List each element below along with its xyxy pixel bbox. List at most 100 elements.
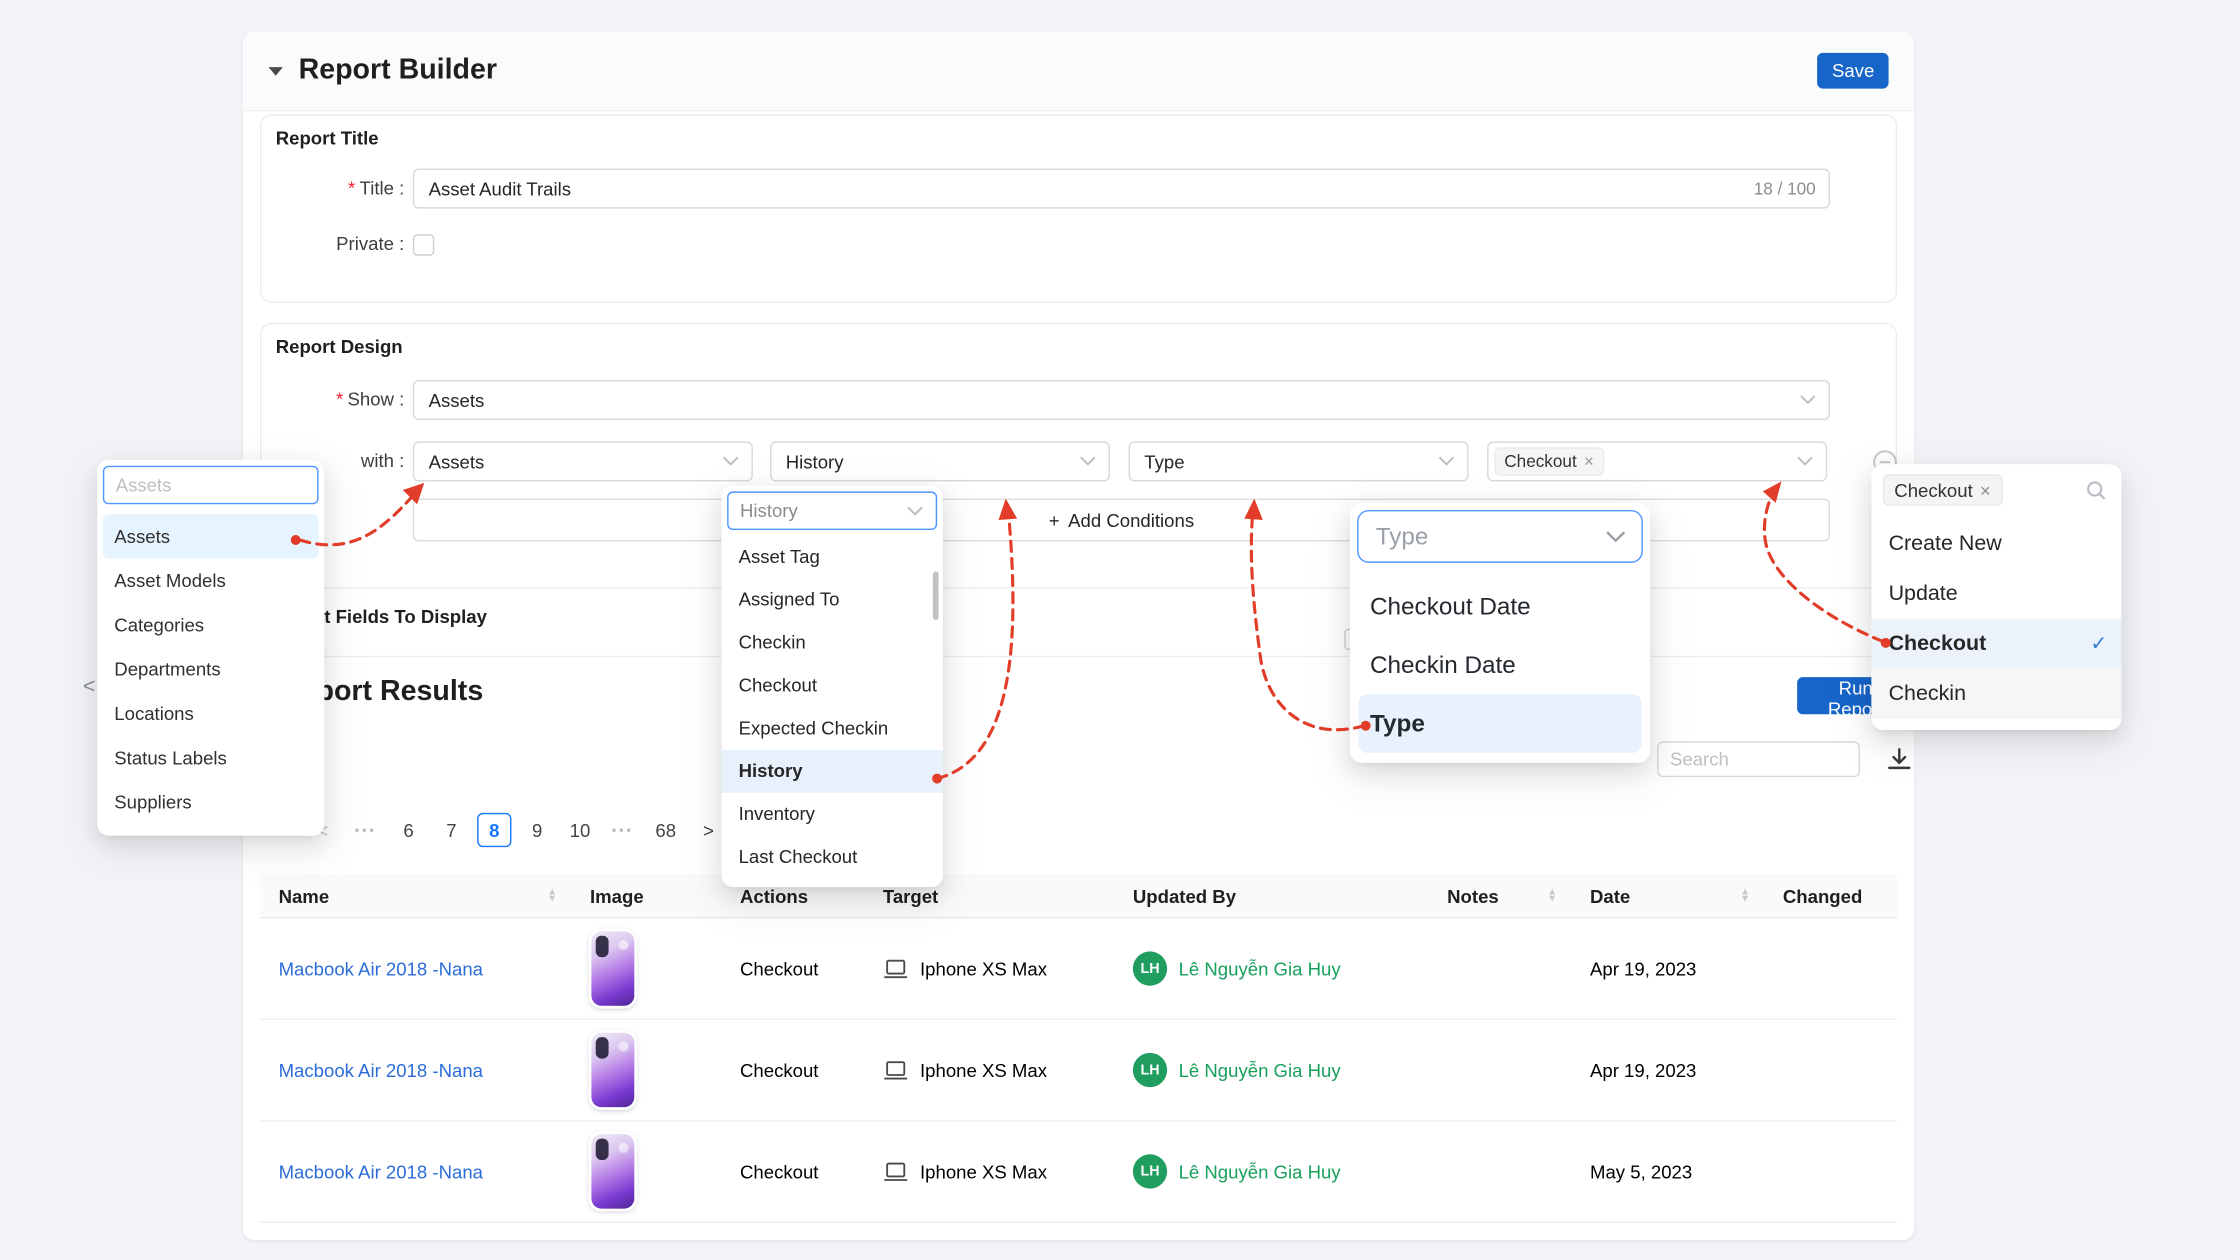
option-categories[interactable]: Categories (103, 603, 319, 647)
option-checkin[interactable]: Checkin (1871, 669, 2121, 719)
chevron-down-icon (1800, 395, 1816, 405)
option-status-labels[interactable]: Status Labels (103, 736, 319, 780)
pagination-page-10[interactable]: 10 (563, 813, 597, 847)
pagination-ellipsis[interactable]: ••• (606, 813, 640, 847)
action-cell: Checkout (740, 1161, 818, 1182)
date-cell: Apr 19, 2023 (1590, 958, 1696, 979)
selected-tag: Checkout × (1883, 474, 2002, 505)
pagination-page-68[interactable]: 68 (649, 813, 683, 847)
header-name[interactable]: Name▲▼ (260, 885, 571, 906)
option-history[interactable]: History (721, 750, 942, 793)
title-input[interactable] (413, 169, 1830, 209)
header-updated-by: Updated By (1114, 885, 1428, 906)
option-asset-tag[interactable]: Asset Tag (721, 536, 942, 579)
scrollbar-thumb[interactable] (933, 571, 939, 620)
checkmark-icon: ✓ (2090, 619, 2107, 669)
type-select[interactable]: Type (1357, 510, 1643, 563)
header-image: Image (571, 885, 721, 906)
option-assigned-to[interactable]: Assigned To (721, 579, 942, 622)
option-suppliers[interactable]: Suppliers (103, 780, 319, 824)
pagination: < ••• 6 7 8 9 10 ••• 68 > (306, 813, 726, 847)
option-checkin-date[interactable]: Checkin Date (1350, 636, 1650, 695)
option-expected-checkin[interactable]: Expected Checkin (721, 707, 942, 750)
chevron-down-icon (1606, 530, 1626, 543)
chevron-down-icon (907, 506, 923, 516)
download-icon[interactable] (1880, 740, 1917, 777)
user-avatar: LH (1133, 1053, 1167, 1087)
user-link[interactable]: Lê Nguyễn Gia Huy (1179, 1161, 1341, 1182)
collapse-caret-icon[interactable] (269, 66, 283, 75)
action-cell: Checkout (740, 958, 818, 979)
title-input-wrap: 18 / 100 (413, 169, 1830, 209)
pagination-page-6[interactable]: 6 (391, 813, 425, 847)
with-select-action[interactable]: Checkout × (1487, 441, 1827, 481)
sort-icon: ▲▼ (1740, 889, 1750, 903)
header-notes[interactable]: Notes▲▼ (1429, 885, 1572, 906)
header-target: Target (864, 885, 1114, 906)
option-departments[interactable]: Departments (103, 647, 319, 691)
table-row: Macbook Air 2018 -Nana Checkout Iphone X… (260, 1121, 1897, 1222)
option-checkout[interactable]: Checkout ✓ (1871, 619, 2121, 669)
required-mark: * (336, 389, 343, 410)
with-select-field[interactable]: History (770, 441, 1110, 481)
entity-search-input[interactable] (103, 466, 319, 505)
pagination-page-9[interactable]: 9 (520, 813, 554, 847)
target-cell: Iphone XS Max (920, 1161, 1047, 1182)
field-select[interactable]: History (727, 491, 937, 530)
option-update[interactable]: Update (1871, 569, 2121, 619)
asset-name-link[interactable]: Macbook Air 2018 -Nana (279, 1161, 483, 1182)
option-checkin[interactable]: Checkin (721, 621, 942, 664)
option-checkout[interactable]: Checkout (721, 664, 942, 707)
option-asset-models[interactable]: Asset Models (103, 559, 319, 603)
header-date[interactable]: Date▲▼ (1571, 885, 1764, 906)
option-checkout-date[interactable]: Checkout Date (1350, 577, 1650, 636)
pagination-page-8-active[interactable]: 8 (477, 813, 511, 847)
action-option-list: Create New Update Checkout ✓ Checkin (1871, 519, 2121, 719)
laptop-icon (883, 1059, 909, 1080)
private-checkbox[interactable] (413, 234, 434, 255)
with-row: with : Assets History Type Checkout × (261, 441, 1895, 481)
pagination-ellipsis[interactable]: ••• (349, 813, 383, 847)
option-assets[interactable]: Assets (103, 514, 319, 558)
tag-remove-icon[interactable]: × (1980, 479, 1991, 500)
option-type[interactable]: Type (1359, 694, 1642, 753)
entity-dropdown: Assets Asset Models Categories Departmen… (97, 460, 324, 836)
option-create-new[interactable]: Create New (1871, 519, 2121, 569)
chevron-down-icon (723, 456, 739, 466)
action-cell: Checkout (740, 1059, 818, 1080)
report-design-heading: Report Design (276, 336, 403, 357)
target-cell: Iphone XS Max (920, 958, 1047, 979)
asset-image (591, 1134, 634, 1208)
user-link[interactable]: Lê Nguyễn Gia Huy (1179, 958, 1341, 979)
char-counter: 18 / 100 (1754, 179, 1816, 199)
with-select-type[interactable]: Type (1129, 441, 1469, 481)
required-mark: * (348, 177, 355, 198)
show-select[interactable]: Assets (413, 380, 1830, 420)
tag-remove-icon[interactable]: × (1584, 451, 1594, 471)
private-row: Private : (261, 230, 1895, 261)
type-dropdown: Type Checkout Date Checkin Date Type (1350, 503, 1650, 763)
action-select[interactable]: Checkout × (1871, 464, 2121, 507)
conditions-row: + Add Conditions (261, 499, 1895, 542)
chevron-down-icon (1080, 456, 1096, 466)
results-search-input[interactable] (1657, 741, 1860, 777)
asset-name-link[interactable]: Macbook Air 2018 -Nana (279, 1059, 483, 1080)
field-option-list: Asset Tag Assigned To Checkin Checkout E… (721, 536, 942, 879)
show-row: *Show : Assets (261, 380, 1895, 420)
with-select-entity[interactable]: Assets (413, 441, 753, 481)
report-title-panel: Report Title *Title : 18 / 100 Private : (260, 114, 1897, 303)
save-button[interactable]: Save (1818, 53, 1889, 89)
asset-name-link[interactable]: Macbook Air 2018 -Nana (279, 958, 483, 979)
pagination-page-7[interactable]: 7 (434, 813, 468, 847)
search-icon (2086, 479, 2107, 500)
table-header-row: Name▲▼ Image Actions Target Updated By N… (260, 874, 1897, 918)
option-inventory[interactable]: Inventory (721, 793, 942, 836)
option-last-checkout[interactable]: Last Checkout (721, 836, 942, 879)
title-row: *Title : 18 / 100 (261, 169, 1895, 209)
option-locations[interactable]: Locations (103, 691, 319, 735)
user-avatar: LH (1133, 951, 1167, 985)
private-label: Private : (261, 230, 404, 259)
selected-tag: Checkout × (1494, 447, 1604, 476)
page-title: Report Builder (299, 54, 497, 87)
user-link[interactable]: Lê Nguyễn Gia Huy (1179, 1059, 1341, 1080)
